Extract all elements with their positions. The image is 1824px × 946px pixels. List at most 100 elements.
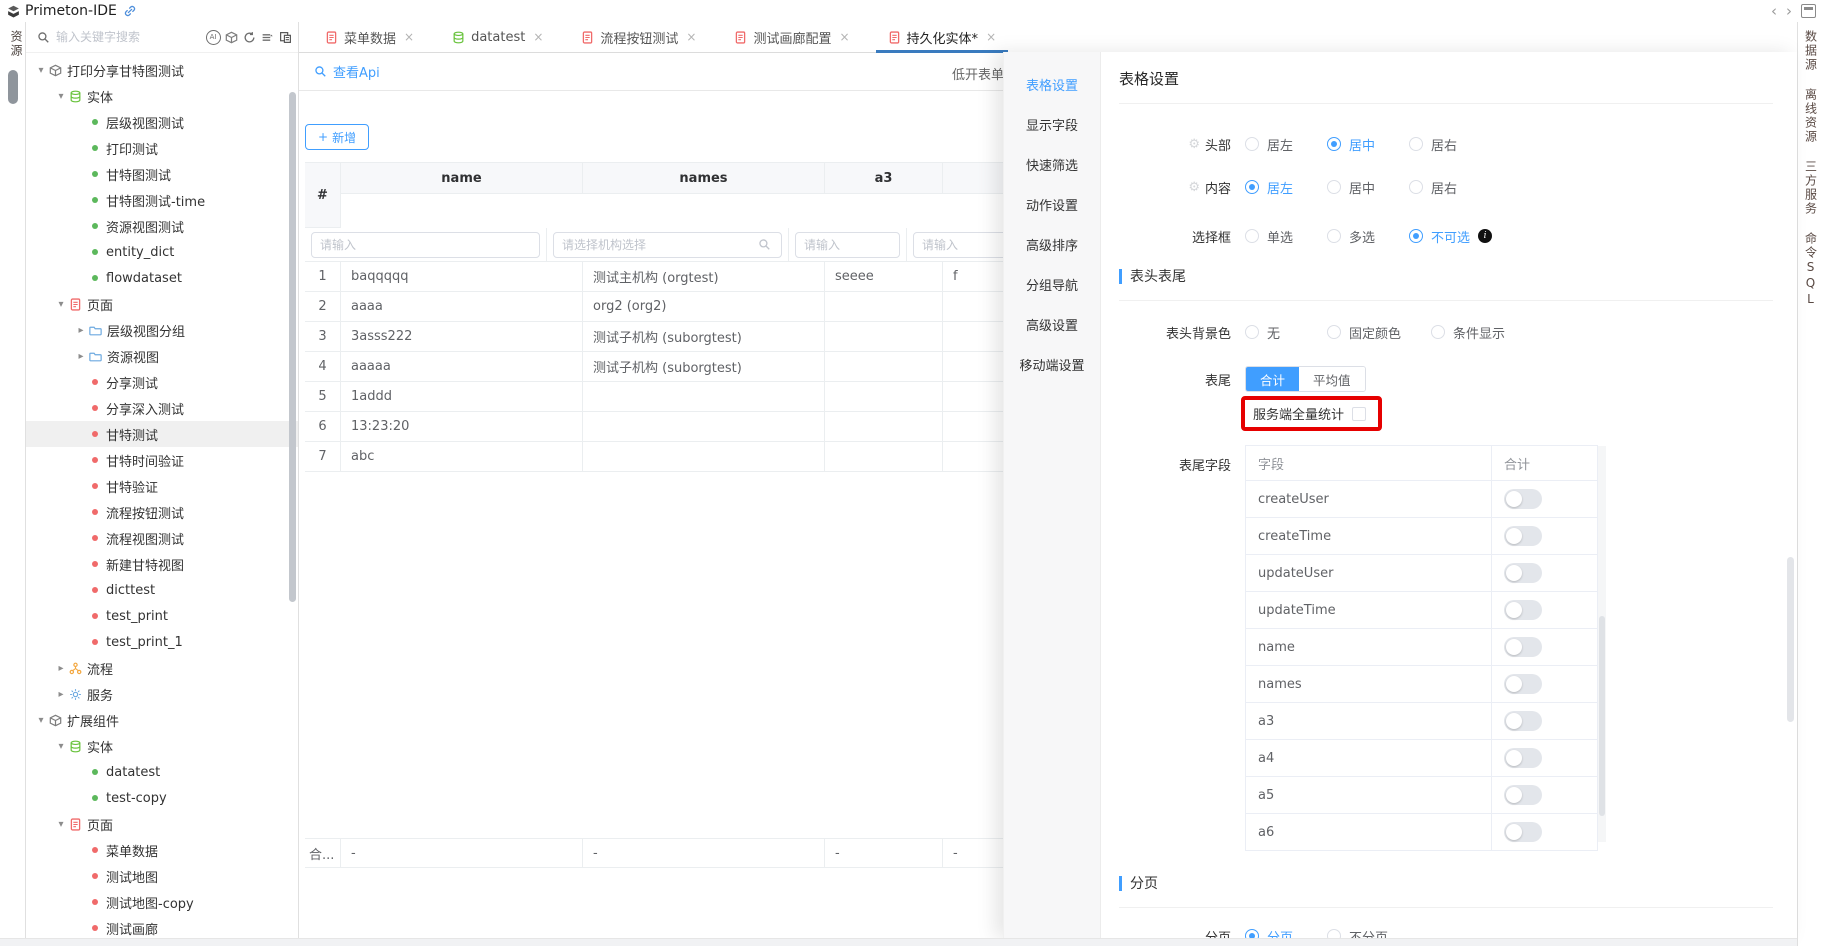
tree-item[interactable]: ▾打印分享甘特图测试: [26, 57, 298, 83]
tree-item[interactable]: ▾实体: [26, 733, 298, 759]
refresh-icon[interactable]: [240, 28, 258, 46]
close-icon[interactable]: ×: [686, 30, 696, 44]
filter-input[interactable]: 请选择机构选择: [553, 232, 782, 258]
save-layout-icon[interactable]: [1801, 4, 1816, 18]
tree-item[interactable]: ▸资源视图: [26, 343, 298, 369]
tree-item[interactable]: 甘特图测试-time: [26, 187, 298, 213]
tree-item[interactable]: ▾页面: [26, 291, 298, 317]
drawer-menu-item[interactable]: 分组导航: [1004, 264, 1100, 304]
tree-item[interactable]: 测试地图: [26, 863, 298, 889]
drawer-menu-item[interactable]: 快速筛选: [1004, 144, 1100, 184]
outline-icon[interactable]: [258, 28, 276, 46]
toggle-switch[interactable]: [1504, 637, 1542, 657]
tree-item[interactable]: ▸流程: [26, 655, 298, 681]
right-dock-tab[interactable]: 三方服务: [1803, 160, 1820, 216]
cube-add-icon[interactable]: [222, 28, 240, 46]
collapse-arrow-icon[interactable]: ▾: [54, 741, 68, 752]
toggle-switch[interactable]: [1504, 600, 1542, 620]
tree-item[interactable]: ▾页面: [26, 811, 298, 837]
radio-option[interactable]: 固定颜色: [1327, 323, 1401, 342]
collapse-arrow-icon[interactable]: ▾: [54, 819, 68, 830]
toggle-switch[interactable]: [1504, 674, 1542, 694]
seg-tab[interactable]: 平均值: [1299, 367, 1365, 391]
radio-option[interactable]: 条件显示: [1431, 323, 1505, 342]
radio-option[interactable]: 单选: [1245, 227, 1297, 246]
editor-tab[interactable]: 流程按钮测试×: [569, 22, 708, 52]
radio-option[interactable]: 居右: [1409, 178, 1461, 197]
radio-option[interactable]: 居中: [1327, 178, 1379, 197]
toggle-switch[interactable]: [1504, 748, 1542, 768]
expand-arrow-icon[interactable]: ▸: [54, 689, 68, 700]
filter-input[interactable]: 请输入: [795, 232, 900, 258]
toggle-switch[interactable]: [1504, 785, 1542, 805]
compare-icon[interactable]: [276, 28, 294, 46]
radio-option[interactable]: 不可选i: [1409, 227, 1492, 246]
radio-option[interactable]: 多选: [1327, 227, 1379, 246]
collapse-arrow-icon[interactable]: ▾: [34, 65, 48, 76]
radio-option[interactable]: 无: [1245, 323, 1297, 342]
drawer-menu-item[interactable]: 高级排序: [1004, 224, 1100, 264]
tree-item[interactable]: 新建甘特视图: [26, 551, 298, 577]
left-dock-resources-tab[interactable]: 资源: [0, 30, 25, 58]
radio-option[interactable]: 居右: [1409, 135, 1461, 154]
collapse-arrow-icon[interactable]: ▾: [34, 715, 48, 726]
tree-item[interactable]: test-copy: [26, 785, 298, 811]
link-icon[interactable]: [123, 4, 137, 18]
close-icon[interactable]: ×: [533, 30, 543, 44]
ai-icon[interactable]: AI: [204, 28, 222, 46]
collapse-arrow-icon[interactable]: ▾: [54, 299, 68, 310]
low-code-form-label[interactable]: 低开表单: [952, 64, 1004, 83]
add-button[interactable]: +新增: [305, 124, 369, 150]
toggle-switch[interactable]: [1504, 489, 1542, 509]
close-icon[interactable]: ×: [839, 30, 849, 44]
forward-chevron-icon[interactable]: ›: [1786, 4, 1792, 19]
expand-arrow-icon[interactable]: ▸: [74, 325, 88, 336]
tree-item[interactable]: datatest: [26, 759, 298, 785]
tree-item[interactable]: entity_dict: [26, 239, 298, 265]
tree-item[interactable]: 分享深入测试: [26, 395, 298, 421]
tree-item[interactable]: 层级视图测试: [26, 109, 298, 135]
tree-item[interactable]: 甘特图测试: [26, 161, 298, 187]
tree-item[interactable]: 测试地图-copy: [26, 889, 298, 915]
right-dock-tab[interactable]: 离线资源: [1803, 88, 1820, 144]
tree-item[interactable]: 流程按钮测试: [26, 499, 298, 525]
search-input[interactable]: [54, 29, 202, 45]
editor-tab[interactable]: 测试画廊配置×: [722, 22, 861, 52]
toggle-switch[interactable]: [1504, 822, 1542, 842]
close-icon[interactable]: ×: [404, 30, 414, 44]
radio-option[interactable]: 居中: [1327, 135, 1379, 154]
collapse-arrow-icon[interactable]: ▾: [54, 91, 68, 102]
toggle-switch[interactable]: [1504, 526, 1542, 546]
radio-option[interactable]: 分页: [1245, 927, 1297, 939]
tree-item[interactable]: test_print: [26, 603, 298, 629]
right-dock-tab[interactable]: 数据源: [1803, 30, 1820, 72]
seg-tab[interactable]: 合计: [1246, 367, 1299, 391]
expand-arrow-icon[interactable]: ▸: [74, 351, 88, 362]
tree-item[interactable]: 打印测试: [26, 135, 298, 161]
horizontal-scrollbar-track[interactable]: [0, 938, 1797, 946]
tree-item[interactable]: 甘特测试: [26, 421, 298, 447]
left-dock-indicator[interactable]: [8, 70, 18, 104]
filter-input[interactable]: 请输入: [311, 232, 540, 258]
editor-tab[interactable]: 菜单数据×: [313, 22, 426, 52]
tree-item[interactable]: 分享测试: [26, 369, 298, 395]
editor-tab[interactable]: 持久化实体*×: [876, 22, 1009, 52]
tree-item[interactable]: flowdataset: [26, 265, 298, 291]
radio-option[interactable]: 居左: [1245, 135, 1297, 154]
tree-item[interactable]: ▸层级视图分组: [26, 317, 298, 343]
toggle-switch[interactable]: [1504, 711, 1542, 731]
tree-item[interactable]: 资源视图测试: [26, 213, 298, 239]
editor-tab[interactable]: datatest×: [440, 22, 555, 52]
radio-option[interactable]: 不分页: [1327, 927, 1388, 939]
toggle-switch[interactable]: [1504, 563, 1542, 583]
tree-item[interactable]: 甘特验证: [26, 473, 298, 499]
drawer-menu-item[interactable]: 动作设置: [1004, 184, 1100, 224]
tree-scrollbar[interactable]: [289, 92, 296, 602]
drawer-menu-item[interactable]: 显示字段: [1004, 104, 1100, 144]
right-dock-tab[interactable]: 命令SQL: [1803, 232, 1820, 308]
radio-option[interactable]: 居左: [1245, 178, 1297, 197]
back-chevron-icon[interactable]: ‹: [1771, 4, 1777, 19]
tree-item[interactable]: 菜单数据: [26, 837, 298, 863]
drawer-scrollbar[interactable]: [1787, 557, 1794, 722]
drawer-menu-item[interactable]: 移动端设置: [1004, 344, 1100, 384]
